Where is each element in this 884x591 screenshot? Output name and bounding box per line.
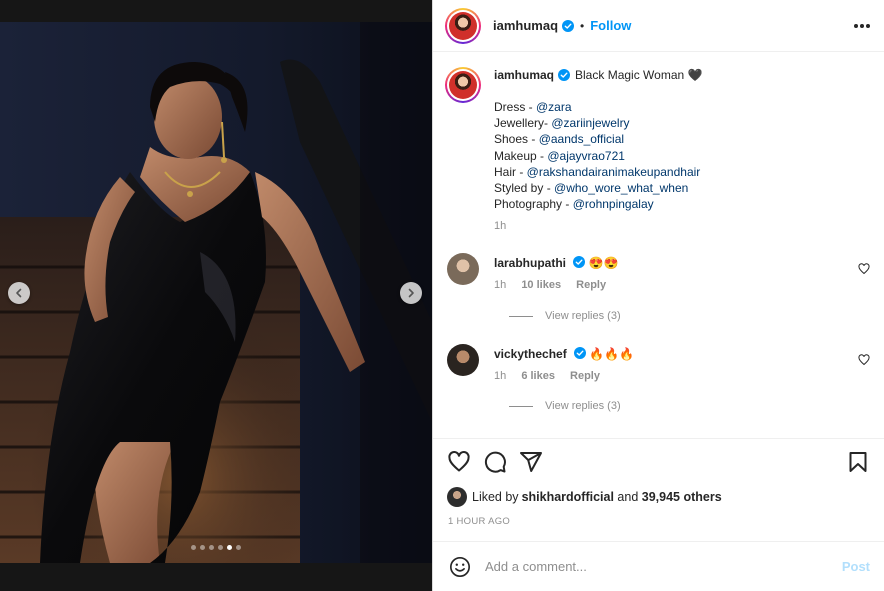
comment-input[interactable]: Add a comment... (485, 559, 842, 574)
like-comment-icon[interactable] (858, 263, 870, 275)
view-replies-button[interactable]: View replies (3) (509, 310, 621, 322)
credit-handle-link[interactable]: @rohnpingalay (573, 197, 654, 211)
credit-handle-link[interactable]: @ajayvrao721 (547, 149, 625, 163)
caption-time: 1h (494, 220, 507, 233)
comment-likes[interactable]: 10 likes (521, 279, 561, 291)
credit-handle-link[interactable]: @zariinjewelry (551, 116, 629, 130)
credit-line: Photography - @rohnpingalay (494, 196, 850, 212)
caption-username[interactable]: iamhumaq (494, 67, 554, 83)
credit-label: Hair - (494, 164, 527, 179)
post-photo (0, 22, 432, 563)
carousel-dot (191, 545, 196, 550)
credit-line: Makeup - @ajayvrao721 (494, 148, 850, 164)
comment: vickythechef 🔥🔥🔥 1h 6 likes Reply View r… (445, 344, 870, 424)
credit-label: Jewellery- (494, 116, 552, 131)
comment-time: 1h (494, 370, 507, 383)
add-comment-bar: Add a comment... Post (433, 541, 884, 591)
credit-label: Makeup - (494, 148, 548, 163)
commenter-avatar[interactable] (447, 344, 479, 376)
credit-label: Styled by - (494, 181, 555, 196)
more-options-icon[interactable] (854, 23, 870, 28)
caption-title: Black Magic Woman 🖤 (575, 68, 703, 82)
comment-username[interactable]: larabhupathi (494, 256, 566, 270)
credit-label: Shoes - (494, 132, 539, 147)
paper-plane-icon[interactable] (519, 450, 543, 474)
comment-time: 1h (494, 279, 507, 292)
author-username[interactable]: iamhumaq (493, 18, 558, 33)
likes-others[interactable]: 39,945 others (642, 490, 722, 504)
comment-username[interactable]: vickythechef (494, 347, 567, 361)
verified-badge-icon (574, 347, 587, 359)
likes-summary: Liked by shikhardofficial and 39,945 oth… (447, 487, 870, 507)
previous-slide-button[interactable] (8, 282, 30, 304)
credit-label: Photography - (494, 197, 573, 212)
reply-button[interactable]: Reply (570, 370, 600, 382)
comment-icon[interactable] (483, 450, 507, 474)
emoji-icon[interactable] (449, 556, 471, 578)
carousel-dot (209, 545, 214, 550)
post-comment-button[interactable]: Post (842, 559, 870, 574)
next-slide-button[interactable] (400, 282, 422, 304)
caption-credits: Dress - @zara Jewellery- @zariinjewelry Sh… (494, 99, 850, 212)
credit-line: Jewellery- @zariinjewelry (494, 115, 850, 131)
reply-button[interactable]: Reply (576, 279, 606, 291)
carousel-indicator (0, 545, 432, 550)
heart-icon[interactable] (447, 450, 471, 474)
liker-avatar[interactable] (447, 487, 467, 507)
verified-badge-icon (562, 19, 575, 32)
comments-section[interactable]: iamhumaq Black Magic Woman 🖤 Dress - @za… (433, 53, 884, 439)
follow-button[interactable]: Follow (590, 18, 631, 33)
chevron-right-icon (408, 288, 414, 298)
commenter-avatar[interactable] (447, 253, 479, 285)
header-separator: • (580, 18, 585, 33)
likes-middle: and (613, 490, 642, 504)
credit-handle-link[interactable]: @rakshandairanimakeupandhair (527, 165, 701, 179)
liker-username[interactable]: shikhardofficial (522, 490, 614, 504)
credit-label: Dress - (494, 100, 536, 114)
view-replies-button[interactable]: View replies (3) (509, 400, 621, 412)
post-viewer: iamhumaq • Follow iamhumaq Black Magic W… (0, 0, 884, 591)
post-header: iamhumaq • Follow (433, 0, 884, 52)
verified-badge-icon (558, 69, 571, 81)
comment-likes[interactable]: 6 likes (521, 370, 555, 382)
action-bar (447, 448, 870, 476)
comment: larabhupathi 😍😍 1h 10 likes Reply View r… (445, 253, 870, 333)
carousel-dot (236, 545, 241, 550)
post-media[interactable] (0, 22, 432, 563)
credit-line: Hair - @rakshandairanimakeupandhair (494, 164, 850, 180)
comment-text: 😍😍 (588, 256, 619, 270)
credit-line: Shoes - @aands_official (494, 131, 850, 147)
verified-badge-icon (573, 256, 586, 268)
caption: iamhumaq Black Magic Woman 🖤 Dress - @za… (445, 67, 870, 237)
credit-handle-link[interactable]: @aands_official (539, 132, 624, 146)
caption-avatar[interactable] (445, 67, 481, 103)
credit-handle-link[interactable]: @zara (536, 100, 572, 114)
credit-handle-link[interactable]: @who_wore_what_when (554, 181, 688, 195)
carousel-dot (218, 545, 223, 550)
credit-line: Dress - @zara (494, 99, 850, 115)
carousel-dot (227, 545, 232, 550)
author-avatar[interactable] (445, 7, 481, 44)
credit-line: Styled by - @who_wore_what_when (494, 180, 850, 196)
carousel-dot (200, 545, 205, 550)
bookmark-icon[interactable] (846, 450, 870, 474)
post-timestamp[interactable]: 1 HOUR AGO (448, 516, 510, 527)
like-comment-icon[interactable] (858, 354, 870, 366)
likes-prefix: Liked by (472, 490, 519, 504)
post-details-panel: iamhumaq • Follow iamhumaq Black Magic W… (432, 0, 884, 591)
comment-text: 🔥🔥🔥 (589, 347, 635, 361)
chevron-left-icon (16, 288, 22, 298)
